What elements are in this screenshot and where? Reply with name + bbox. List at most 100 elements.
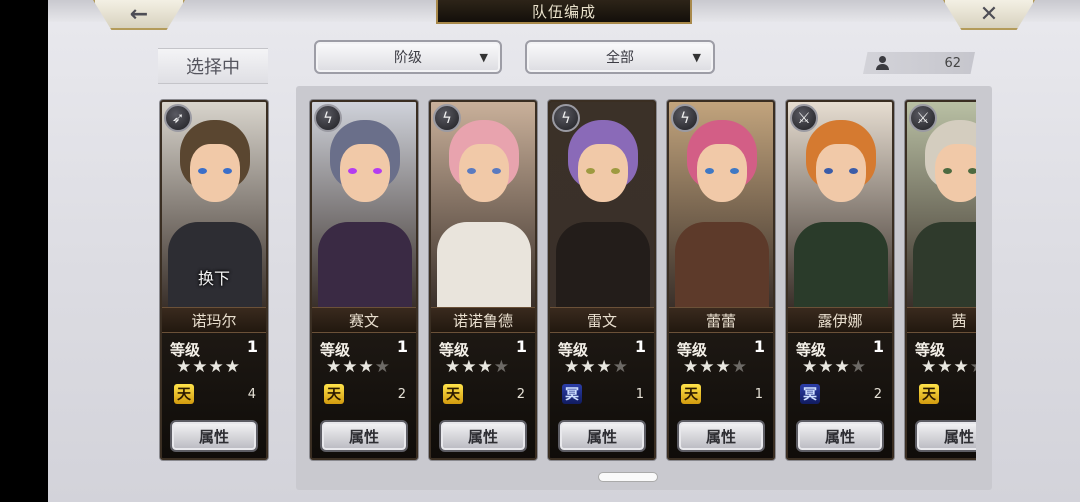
scroll-indicator[interactable] [598, 472, 658, 482]
attributes-button[interactable]: 属性 [558, 420, 646, 452]
character-portrait [669, 102, 773, 307]
star-filled-icon: ★ [564, 357, 581, 377]
star-filled-icon: ★ [802, 357, 819, 377]
character-card[interactable]: ϟ 诺诺鲁德 等级 1 ★★★★ 天 2 属性 [429, 100, 537, 460]
element-badge: 天 [324, 384, 344, 404]
chevron-down-icon: ▼ [692, 51, 701, 64]
star-filled-icon: ★ [699, 357, 716, 377]
level-value: 1 [396, 337, 408, 356]
star-rating: ★★★★ [176, 359, 241, 376]
star-empty-icon: ★ [374, 357, 391, 377]
element-badge: 冥 [800, 384, 820, 404]
star-filled-icon: ★ [715, 357, 732, 377]
star-filled-icon: ★ [224, 357, 241, 377]
roster-count: 62 [863, 52, 975, 74]
star-rating: ★★★★ [326, 359, 391, 376]
class-icon: ϟ [433, 104, 461, 132]
star-empty-icon: ★ [612, 357, 629, 377]
copies-count: 2 [873, 387, 882, 402]
star-filled-icon: ★ [834, 357, 851, 377]
star-rating: ★★★★ [683, 359, 748, 376]
chevron-down-icon: ▼ [479, 51, 488, 64]
star-filled-icon: ★ [818, 357, 835, 377]
star-filled-icon: ★ [477, 357, 494, 377]
star-filled-icon: ★ [192, 357, 209, 377]
attributes-button[interactable]: 属性 [677, 420, 765, 452]
character-card[interactable]: ϟ 雷文 等级 1 ★★★★ 冥 1 属性 [548, 100, 656, 460]
class-icon: ϟ [671, 104, 699, 132]
character-name: 茜 [907, 307, 976, 333]
star-rating: ★★★★ [445, 359, 510, 376]
element-badge: 天 [443, 384, 463, 404]
character-list[interactable]: ϟ 赛文 等级 1 ★★★★ 天 2 属性 ϟ 诺诺鲁德 等级 1 ★★★★ 天… [296, 86, 976, 486]
level-value: 1 [753, 337, 765, 356]
level-value: 1 [872, 337, 884, 356]
character-card[interactable]: ϟ 蕾蕾 等级 1 ★★★★ 天 1 属性 [667, 100, 775, 460]
character-card[interactable]: ⚔ 露伊娜 等级 1 ★★★★ 冥 2 属性 [786, 100, 894, 460]
character-portrait [312, 102, 416, 307]
character-stats: 等级 1 ★★★★ 冥 1 属性 [550, 333, 654, 458]
character-stats: 等级 1 ★★★★ 天 1 属性 [669, 333, 773, 458]
back-button[interactable]: ← [93, 0, 185, 30]
person-icon [875, 56, 889, 70]
star-filled-icon: ★ [683, 357, 700, 377]
star-filled-icon: ★ [445, 357, 462, 377]
element-badge: 冥 [562, 384, 582, 404]
class-icon: ➶ [164, 104, 192, 132]
selected-character-card[interactable]: 换下 ➶ 诺玛尔 等级 1 ★★★★ 天 4 属性 [160, 100, 268, 460]
element-badge: 天 [919, 384, 939, 404]
class-icon: ϟ [552, 104, 580, 132]
character-stats: 等级 1 ★★★★ 天 2 属性 [312, 333, 416, 458]
star-filled-icon: ★ [921, 357, 938, 377]
character-name: 诺玛尔 [162, 307, 266, 333]
category-filter-label: 全部 [606, 50, 634, 66]
star-filled-icon: ★ [953, 357, 970, 377]
star-filled-icon: ★ [342, 357, 359, 377]
copies-count: 2 [516, 387, 525, 402]
star-filled-icon: ★ [596, 357, 613, 377]
class-icon: ϟ [314, 104, 342, 132]
attributes-button[interactable]: 属性 [915, 420, 976, 452]
rank-filter-dropdown[interactable]: 阶级 ▼ [314, 40, 502, 74]
class-icon: ⚔ [909, 104, 937, 132]
attributes-button[interactable]: 属性 [170, 420, 258, 452]
star-filled-icon: ★ [461, 357, 478, 377]
star-rating: ★★★★ [564, 359, 629, 376]
page-title: 队伍编成 [436, 0, 692, 24]
category-filter-dropdown[interactable]: 全部 ▼ [525, 40, 715, 74]
attributes-button[interactable]: 属性 [439, 420, 527, 452]
attributes-button[interactable]: 属性 [796, 420, 884, 452]
character-portrait [431, 102, 535, 307]
star-filled-icon: ★ [176, 357, 193, 377]
star-filled-icon: ★ [326, 357, 343, 377]
copies-count: 1 [754, 387, 763, 402]
star-filled-icon: ★ [937, 357, 954, 377]
character-name: 雷文 [550, 307, 654, 333]
star-empty-icon: ★ [970, 357, 976, 377]
character-list-panel: ϟ 赛文 等级 1 ★★★★ 天 2 属性 ϟ 诺诺鲁德 等级 1 ★★★★ 天… [296, 86, 992, 490]
close-button[interactable]: ✕ [943, 0, 1035, 30]
team-formation-screen: ← 队伍编成 ✕ 选择中 阶级 ▼ 全部 ▼ 62 换下 ➶ 诺玛尔 等级 1 … [48, 0, 1080, 502]
character-name: 诺诺鲁德 [431, 307, 535, 333]
character-portrait [788, 102, 892, 307]
character-stats: 等级 1 ★★★★ 天 2 属性 [431, 333, 535, 458]
character-stats: 等级 1 ★★★★ 冥 2 属性 [788, 333, 892, 458]
level-value: 1 [246, 337, 258, 356]
rank-filter-label: 阶级 [394, 50, 422, 66]
close-icon: ✕ [979, 1, 999, 27]
star-empty-icon: ★ [731, 357, 748, 377]
copies-count: 1 [635, 387, 644, 402]
character-card[interactable]: ϟ 赛文 等级 1 ★★★★ 天 2 属性 [310, 100, 418, 460]
class-icon: ⚔ [790, 104, 818, 132]
star-empty-icon: ★ [493, 357, 510, 377]
character-name: 蕾蕾 [669, 307, 773, 333]
attributes-button[interactable]: 属性 [320, 420, 408, 452]
star-rating: ★★★★ [802, 359, 867, 376]
character-name: 露伊娜 [788, 307, 892, 333]
character-card[interactable]: ⚔ 茜 等级 1 ★★★★ 天 属性 [905, 100, 976, 460]
copies-count: 4 [247, 387, 256, 402]
star-empty-icon: ★ [850, 357, 867, 377]
character-name: 赛文 [312, 307, 416, 333]
swap-out-label[interactable]: 换下 [162, 265, 266, 289]
level-value: 1 [634, 337, 646, 356]
